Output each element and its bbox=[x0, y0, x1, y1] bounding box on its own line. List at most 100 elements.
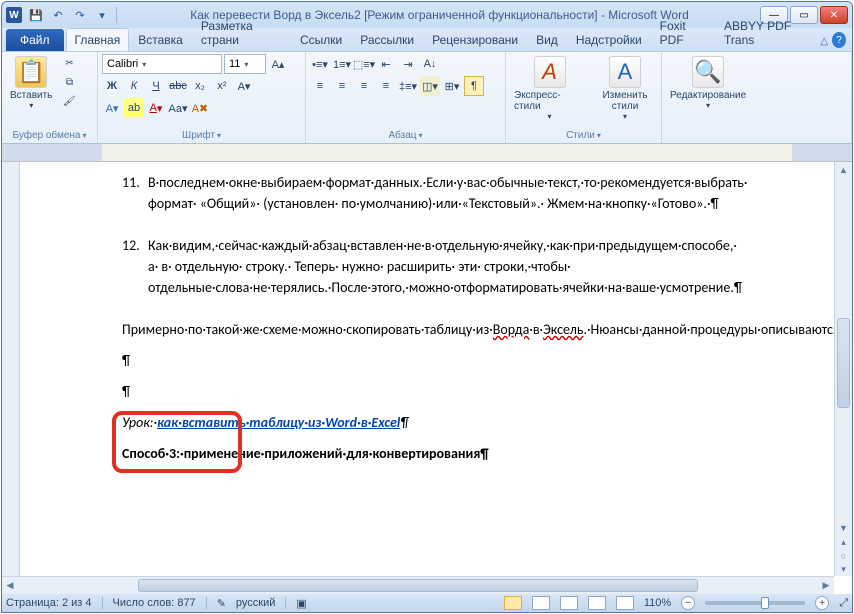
styles-group-label: Стили bbox=[566, 130, 595, 141]
font-name-combo[interactable]: Calibri▾ bbox=[102, 54, 222, 74]
tab-addins[interactable]: Надстройки bbox=[567, 28, 651, 51]
superscript-button[interactable]: x² bbox=[212, 76, 232, 96]
font-size-combo[interactable]: 11▾ bbox=[224, 54, 266, 74]
tab-abbyy[interactable]: ABBYY PDF Trans bbox=[715, 14, 820, 51]
vertical-scrollbar-thumb[interactable] bbox=[837, 318, 850, 408]
tab-foxit[interactable]: Foxit PDF bbox=[651, 14, 715, 51]
proofing-icon[interactable]: ✎ bbox=[217, 597, 226, 610]
change-styles-icon: A bbox=[609, 56, 641, 88]
view-fullscreen-button[interactable] bbox=[532, 596, 550, 610]
font-color-button[interactable]: A▾ bbox=[146, 98, 166, 118]
horizontal-scrollbar-track[interactable] bbox=[18, 577, 818, 594]
text-effects-button[interactable]: A▾ bbox=[102, 98, 122, 118]
increase-indent-button[interactable]: ⇥ bbox=[398, 54, 418, 74]
shading-button[interactable]: ◫▾ bbox=[420, 76, 440, 96]
help-icon[interactable]: ? bbox=[832, 32, 846, 48]
underline-button[interactable]: Ч bbox=[146, 76, 166, 96]
change-styles-button[interactable]: A Изменить стили▾ bbox=[593, 54, 657, 123]
empty-paragraph: ¶ bbox=[122, 350, 732, 371]
paragraph-text: В·последнем·окне·выбираем·формат·данных.… bbox=[148, 172, 747, 214]
qat-customize[interactable]: ▾ bbox=[92, 5, 112, 25]
quick-styles-button[interactable]: A Экспресс-стили▾ bbox=[510, 54, 589, 123]
zoom-in-button[interactable]: + bbox=[815, 596, 829, 610]
qat-undo[interactable]: ↶ bbox=[48, 5, 68, 25]
zoom-level[interactable]: 110% bbox=[644, 597, 671, 609]
line-spacing-button[interactable]: ‡≡▾ bbox=[398, 76, 418, 96]
tab-mailings[interactable]: Рассылки bbox=[351, 28, 423, 51]
editing-button[interactable]: 🔍 Редактирование▾ bbox=[666, 54, 750, 112]
tab-review[interactable]: Рецензировани bbox=[423, 28, 527, 51]
subscript-button[interactable]: x₂ bbox=[190, 76, 210, 96]
horizontal-scrollbar-thumb[interactable] bbox=[138, 579, 698, 592]
view-draft-button[interactable] bbox=[616, 596, 634, 610]
format-painter-button[interactable]: 🖌 bbox=[59, 92, 79, 110]
qat-save[interactable]: 💾 bbox=[26, 5, 46, 25]
status-language[interactable]: русский bbox=[236, 597, 275, 609]
paste-label: Вставить bbox=[10, 90, 52, 101]
change-case-button[interactable]: Aa▾ bbox=[168, 98, 188, 118]
horizontal-ruler[interactable] bbox=[2, 144, 852, 162]
zoom-slider-handle[interactable] bbox=[761, 597, 769, 609]
next-page-button[interactable]: ▾ bbox=[835, 563, 852, 576]
paste-button[interactable]: 📋 Вставить ▾ bbox=[6, 54, 56, 112]
status-wordcount[interactable]: Число слов: 877 bbox=[113, 597, 196, 609]
tab-view[interactable]: Вид bbox=[527, 28, 567, 51]
justify-button[interactable]: ≡ bbox=[376, 76, 396, 96]
tab-insert[interactable]: Вставка bbox=[129, 28, 192, 51]
scroll-down-button[interactable]: ▼ bbox=[835, 520, 852, 536]
view-printlayout-button[interactable] bbox=[504, 596, 522, 610]
vertical-ruler[interactable] bbox=[2, 162, 20, 576]
multilevel-button[interactable]: ⬚≡▾ bbox=[354, 54, 374, 74]
styles-dialog-launcher[interactable]: ▾ bbox=[597, 131, 601, 140]
vertical-scrollbar-track[interactable] bbox=[835, 178, 852, 520]
tab-home[interactable]: Главная bbox=[66, 28, 130, 51]
zoom-fit-button[interactable]: ⤢ bbox=[839, 597, 848, 610]
paragraph-dialog-launcher[interactable]: ▾ bbox=[419, 131, 423, 140]
italic-button[interactable]: К bbox=[124, 76, 144, 96]
sort-button[interactable]: A↓ bbox=[420, 54, 440, 74]
status-page[interactable]: Страница: 2 из 4 bbox=[6, 597, 92, 609]
ribbon-minimize-icon[interactable]: △ bbox=[820, 36, 828, 47]
paste-icon: 📋 bbox=[15, 56, 47, 88]
show-paragraph-marks-button[interactable]: ¶ bbox=[464, 76, 484, 96]
macro-record-icon[interactable]: ▣ bbox=[296, 597, 306, 610]
font-group-label: Шрифт bbox=[182, 130, 215, 141]
shrink-font-button[interactable]: A▾ bbox=[234, 76, 254, 96]
highlight-annotation bbox=[112, 411, 242, 473]
word-app-icon: W bbox=[6, 7, 22, 23]
qat-redo[interactable]: ↷ bbox=[70, 5, 90, 25]
align-center-button[interactable]: ≡ bbox=[332, 76, 352, 96]
strike-button[interactable]: abc bbox=[168, 76, 188, 96]
scroll-up-button[interactable]: ▲ bbox=[835, 162, 852, 178]
decrease-indent-button[interactable]: ⇤ bbox=[376, 54, 396, 74]
tab-pagelayout[interactable]: Разметка страни bbox=[192, 14, 291, 51]
clear-formatting-button[interactable]: A✖ bbox=[190, 98, 210, 118]
list-number: 11. bbox=[122, 172, 148, 214]
scroll-left-button[interactable]: ◀ bbox=[2, 577, 18, 594]
borders-button[interactable]: ⊞▾ bbox=[442, 76, 462, 96]
numbering-button[interactable]: 1≡▾ bbox=[332, 54, 352, 74]
align-left-button[interactable]: ≡ bbox=[310, 76, 330, 96]
align-right-button[interactable]: ≡ bbox=[354, 76, 374, 96]
font-dialog-launcher[interactable]: ▾ bbox=[217, 131, 221, 140]
paragraph-text: Примерно·по·такой·же·схеме·можно·скопиро… bbox=[122, 319, 732, 340]
view-outline-button[interactable] bbox=[588, 596, 606, 610]
scroll-right-button[interactable]: ▶ bbox=[818, 577, 834, 594]
grow-font-button[interactable]: A▴ bbox=[268, 54, 288, 74]
tab-file[interactable]: Файл bbox=[6, 29, 64, 51]
clipboard-dialog-launcher[interactable]: ▾ bbox=[82, 131, 86, 140]
close-button[interactable]: ✕ bbox=[820, 6, 848, 24]
view-web-button[interactable] bbox=[560, 596, 578, 610]
document-page[interactable]: 11.В·последнем·окне·выбираем·формат·данн… bbox=[50, 162, 804, 484]
bold-button[interactable]: Ж bbox=[102, 76, 122, 96]
change-styles-label: Изменить стили bbox=[597, 90, 653, 112]
copy-button[interactable]: ⧉ bbox=[59, 73, 79, 91]
browse-object-button[interactable]: ○ bbox=[835, 549, 852, 562]
bullets-button[interactable]: •≡▾ bbox=[310, 54, 330, 74]
zoom-out-button[interactable]: − bbox=[681, 596, 695, 610]
zoom-slider[interactable] bbox=[705, 601, 805, 605]
previous-page-button[interactable]: ▴ bbox=[835, 536, 852, 549]
cut-button[interactable]: ✂ bbox=[59, 54, 79, 72]
highlight-button[interactable]: ab bbox=[124, 98, 144, 118]
tab-references[interactable]: Ссылки bbox=[291, 28, 351, 51]
